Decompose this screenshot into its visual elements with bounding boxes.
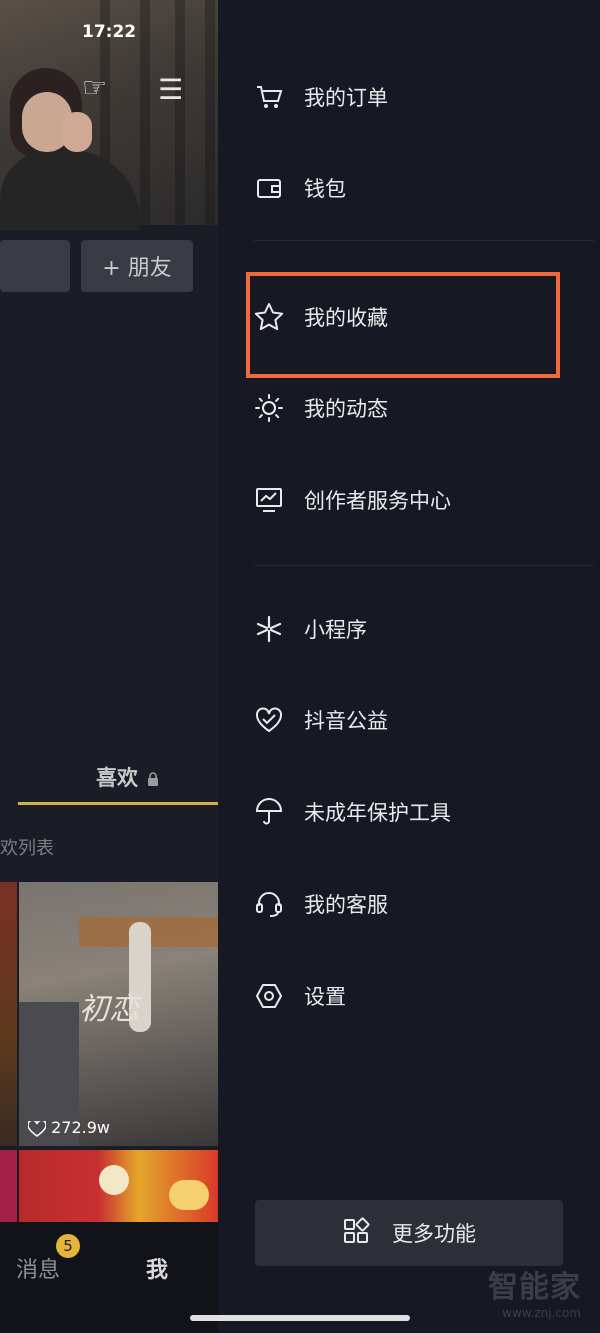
background-profile-page: ☞ ☰ + 朋友 喜欢 欢列表 初恋 272.9w 消息 5 我 [0, 0, 218, 1333]
video-overlay-text: 初恋 [79, 992, 139, 1027]
watermark-brand: 智能家 [488, 1270, 581, 1305]
menu-item-mini-programs[interactable]: 小程序 [254, 609, 367, 649]
more-features-label: 更多功能 [392, 1222, 476, 1246]
menu-item-orders[interactable]: 我的订单 [254, 77, 388, 117]
chart-monitor-icon [254, 485, 284, 515]
menu-item-label: 创作者服务中心 [304, 489, 451, 513]
nav-me[interactable]: 我 [146, 1252, 168, 1284]
status-time: 17:22 [82, 22, 137, 42]
menu-item-creator-center[interactable]: 创作者服务中心 [254, 480, 451, 520]
tab-underline [18, 802, 218, 805]
divider [254, 565, 594, 566]
video-thumbnail-3[interactable] [0, 1150, 17, 1222]
messages-badge: 5 [56, 1234, 80, 1258]
tab-like-label: 喜欢 [96, 766, 138, 790]
like-list-label: 欢列表 [0, 838, 54, 859]
menu-item-label: 未成年保护工具 [304, 801, 451, 825]
menu-item-charity[interactable]: 抖音公益 [254, 700, 388, 740]
menu-item-label: 小程序 [304, 618, 367, 642]
menu-item-label: 抖音公益 [304, 709, 388, 733]
heart-icon [27, 1118, 47, 1137]
menu-item-label: 钱包 [304, 177, 346, 201]
headset-icon [254, 889, 284, 919]
add-friend-button[interactable]: + 朋友 [81, 240, 193, 292]
likes-count-text: 272.9w [51, 1118, 110, 1137]
cart-icon [254, 82, 284, 112]
video-thumbnail-2[interactable]: 初恋 [19, 882, 218, 1146]
side-drawer-menu: 我的订单 钱包 我的收藏 我的动态 创作者服务中心 小程序 抖音公益 未成年保护… [218, 0, 600, 1333]
tab-like[interactable]: 喜欢 [96, 762, 159, 792]
hexagon-settings-icon [254, 981, 284, 1011]
video-thumbnail-4[interactable] [19, 1150, 218, 1222]
menu-item-label: 设置 [304, 985, 346, 1009]
menu-item-wallet[interactable]: 钱包 [254, 168, 346, 208]
heart-hands-icon [254, 705, 284, 735]
watermark: 智能家 www.znj.com [488, 1262, 581, 1320]
menu-item-minor-protection[interactable]: 未成年保护工具 [254, 792, 451, 832]
nav-messages[interactable]: 消息 [16, 1252, 60, 1284]
home-indicator[interactable] [190, 1315, 410, 1321]
lock-icon [148, 772, 159, 786]
umbrella-icon [254, 797, 284, 827]
likes-count: 272.9w [27, 1118, 110, 1137]
menu-item-label: 我的订单 [304, 86, 388, 110]
asterisk-icon [254, 614, 284, 644]
wallet-icon [254, 173, 284, 203]
menu-item-label: 我的动态 [304, 397, 388, 421]
highlight-box [246, 272, 560, 378]
more-features-button[interactable]: 更多功能 [255, 1200, 563, 1266]
menu-item-activity[interactable]: 我的动态 [254, 388, 388, 428]
menu-icon[interactable]: ☰ [158, 76, 183, 104]
video-thumbnail-1[interactable] [0, 882, 17, 1146]
menu-item-label: 我的客服 [304, 893, 388, 917]
profile-edit-button[interactable] [0, 240, 70, 292]
grid-icon [342, 1217, 370, 1249]
sun-icon [254, 393, 284, 423]
menu-item-customer-service[interactable]: 我的客服 [254, 884, 388, 924]
divider [254, 240, 594, 241]
watermark-url: www.znj.com [502, 1306, 581, 1320]
menu-item-settings[interactable]: 设置 [254, 976, 346, 1016]
hand-pointer-icon[interactable]: ☞ [82, 74, 107, 102]
